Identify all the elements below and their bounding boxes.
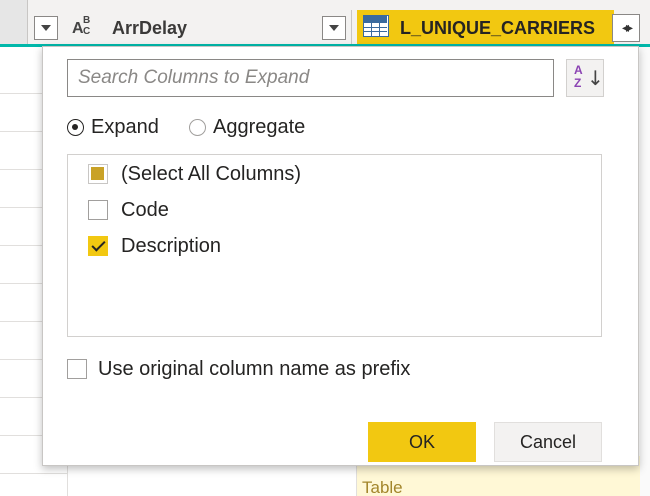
ok-button[interactable]: OK bbox=[368, 422, 476, 462]
code-label: Code bbox=[121, 198, 169, 221]
select-all-checkbox[interactable] bbox=[88, 164, 108, 184]
abc-text-type-icon[interactable]: ABC bbox=[72, 15, 102, 39]
sort-az-button[interactable]: A Z ↓ bbox=[566, 59, 604, 97]
row-number-header bbox=[0, 0, 28, 46]
aggregate-radio-option[interactable]: Aggregate bbox=[189, 114, 305, 140]
sort-down-arrow-icon: ↓ bbox=[587, 66, 604, 90]
prefix-option[interactable]: Use original column name as prefix bbox=[67, 356, 410, 382]
code-checkbox[interactable] bbox=[88, 200, 108, 220]
expand-arrows-icon[interactable]: ◂▸ bbox=[612, 14, 640, 42]
expand-columns-popup: A Z ↓ Expand Aggregate (Select All Colum… bbox=[42, 46, 639, 466]
column-header-arrdelay[interactable]: ABC ArrDelay bbox=[30, 10, 352, 46]
expand-radio-option[interactable]: Expand bbox=[67, 114, 159, 140]
column-header-l-unique-carriers[interactable]: L_UNIQUE_CARRIERS bbox=[357, 10, 614, 46]
column-item-description[interactable]: Description bbox=[88, 232, 221, 260]
column-item-code[interactable]: Code bbox=[88, 196, 169, 224]
aggregate-radio-label: Aggregate bbox=[213, 115, 306, 138]
table-icon bbox=[363, 15, 389, 37]
expand-radio-icon[interactable] bbox=[67, 118, 84, 136]
prefix-label: Use original column name as prefix bbox=[98, 357, 411, 380]
arrdelay-column-title: ArrDelay bbox=[112, 18, 188, 38]
arrdelay-dropdown-icon[interactable] bbox=[322, 16, 346, 40]
table-cell-link[interactable]: Table bbox=[362, 478, 403, 496]
grid-right-edge bbox=[640, 47, 650, 496]
prefix-checkbox[interactable] bbox=[67, 359, 87, 379]
description-checkbox[interactable] bbox=[88, 236, 108, 256]
carriers-column-title: L_UNIQUE_CARRIERS bbox=[400, 18, 596, 38]
search-columns-input[interactable] bbox=[67, 59, 554, 97]
expand-radio-label: Expand bbox=[91, 115, 159, 138]
columns-list: (Select All Columns) Code Description bbox=[67, 154, 602, 337]
select-all-label: (Select All Columns) bbox=[121, 162, 302, 185]
sort-az-icon: A Z bbox=[574, 63, 583, 90]
arrdelay-filter-dropdown-icon[interactable] bbox=[34, 16, 58, 40]
column-item-select-all[interactable]: (Select All Columns) bbox=[88, 160, 301, 188]
cancel-button[interactable]: Cancel bbox=[494, 422, 602, 462]
description-label: Description bbox=[121, 234, 222, 257]
aggregate-radio-icon[interactable] bbox=[189, 118, 206, 136]
